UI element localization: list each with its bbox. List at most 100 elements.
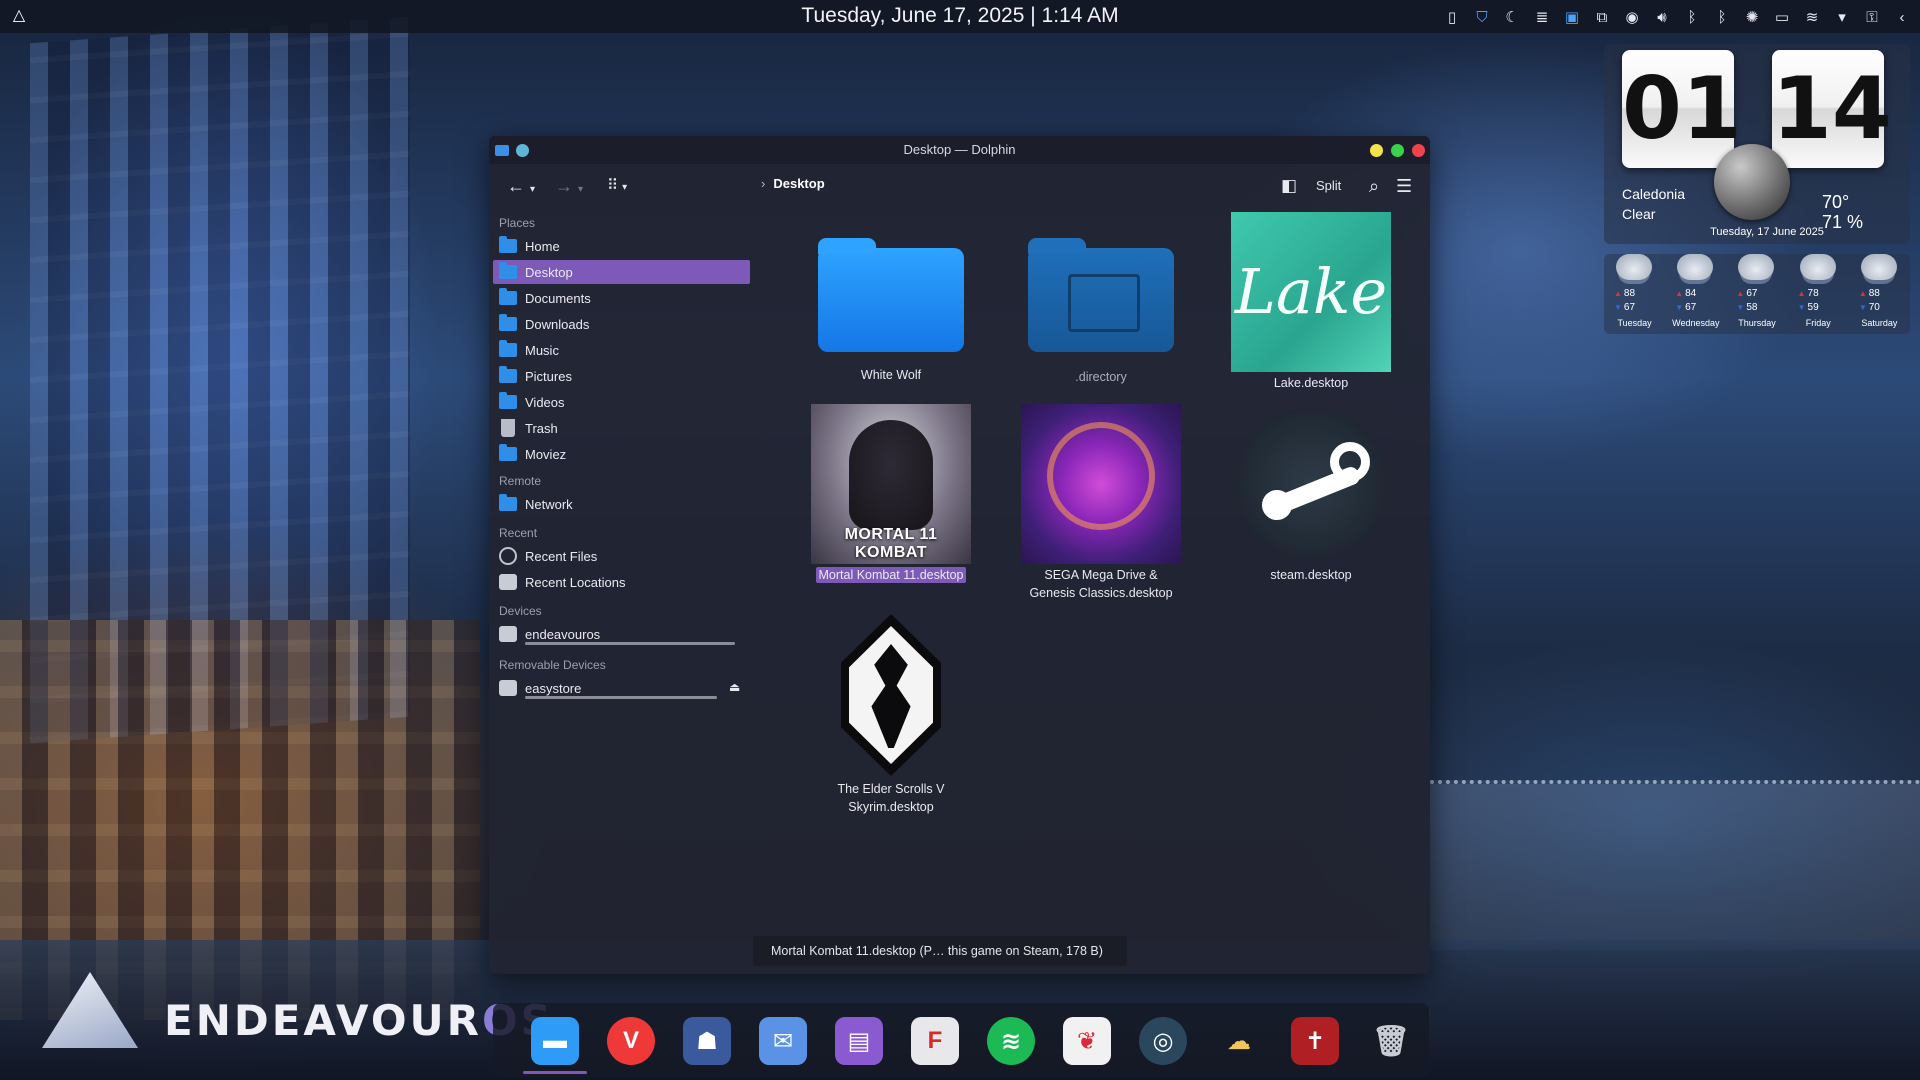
split-button[interactable]: Split — [1316, 178, 1341, 193]
disk-usage-bar — [525, 642, 735, 645]
desktop-folder-icon — [499, 262, 517, 279]
hamburger-menu-icon[interactable]: ☰ — [1396, 174, 1412, 198]
breadcrumb[interactable]: Desktop — [761, 176, 824, 191]
clock-hours: 01 — [1622, 50, 1742, 168]
usb-drive-icon — [499, 680, 517, 696]
wordmark-main: ENDEAVOUR — [164, 996, 482, 1045]
forecast-low: 59 — [1798, 302, 1819, 313]
forecast-high: 84 — [1675, 288, 1696, 299]
view-mode-icon[interactable]: ⠿ ▾ — [607, 174, 627, 198]
sidebar-item-moviez[interactable]: Moviez — [493, 442, 750, 466]
bluetooth-icon[interactable]: ᛒ — [1682, 7, 1702, 27]
battery-icon[interactable]: ▭ — [1772, 7, 1792, 27]
window-icon[interactable]: ▣ — [1562, 7, 1582, 27]
weather-icon[interactable]: ☁ — [1215, 1017, 1263, 1065]
downloads-folder-icon — [499, 314, 517, 331]
maximize-button[interactable] — [1391, 144, 1404, 157]
flipboard-icon[interactable]: F — [911, 1017, 959, 1065]
sidebar-item-network[interactable]: Network — [493, 492, 750, 516]
sidebar-item-home[interactable]: Home — [493, 234, 750, 258]
window-title: Desktop — Dolphin — [903, 142, 1016, 157]
forecast-low: 58 — [1736, 302, 1757, 313]
forward-arrow-icon[interactable]: → ▾ — [555, 174, 583, 198]
pictures-folder-icon — [499, 366, 517, 383]
sidebar-item-recent-files[interactable]: Recent Files — [493, 544, 750, 568]
screen-icon[interactable]: ⧉ — [1592, 7, 1612, 27]
title-bar[interactable]: Desktop — Dolphin — [489, 136, 1430, 164]
brightness-icon[interactable]: ✺ — [1742, 7, 1762, 27]
steam-logo-knob-small — [1262, 490, 1292, 520]
arrow-down-icon[interactable]: ▾ — [1832, 7, 1852, 27]
sega-thumbnail — [1021, 404, 1181, 564]
status-bar: Mortal Kombat 11.desktop (P… this game o… — [753, 936, 1127, 966]
search-icon[interactable]: ⌕ — [1369, 174, 1379, 198]
file-name: White Wolf — [860, 368, 922, 382]
notes-icon[interactable]: ▯ — [1442, 7, 1462, 27]
close-button[interactable] — [1412, 144, 1425, 157]
file-item-selected[interactable]: MORTAL 11 KOMBAT Mortal Kombat 11.deskto… — [811, 404, 971, 594]
shield-icon[interactable]: ⛉ — [1472, 7, 1492, 27]
forecast-low: 67 — [1675, 302, 1696, 313]
eject-icon[interactable]: ⏏ — [729, 680, 740, 694]
back-arrow-icon[interactable]: ← ▾ — [507, 174, 535, 198]
bible-icon[interactable]: ✝ — [1291, 1017, 1339, 1065]
moon-icon — [1714, 144, 1790, 220]
ghost-app-icon[interactable]: ☗ — [683, 1017, 731, 1065]
forecast-low: 70 — [1859, 302, 1880, 313]
steam-logo-knob — [1330, 442, 1370, 482]
disk-usage-bar — [525, 696, 717, 699]
vivaldi-icon[interactable]: V — [607, 1017, 655, 1065]
file-item[interactable]: steam.desktop — [1231, 404, 1391, 594]
forecast-day: 88 67 Tuesday — [1604, 254, 1665, 334]
bluetooth-icon[interactable]: ᛒ — [1712, 7, 1732, 27]
sega-emblem — [1047, 422, 1155, 530]
skyrim-emblem-icon — [811, 614, 971, 778]
volume-icon[interactable]: 🔊︎ — [1652, 7, 1672, 27]
lake-thumbnail: Lake — [1231, 212, 1391, 372]
forecast-day-name: Thursday — [1738, 318, 1776, 328]
clipboard-icon[interactable]: ≣ — [1532, 7, 1552, 27]
file-item[interactable]: Lake Lake.desktop — [1231, 212, 1391, 390]
file-item[interactable]: .directory — [1021, 218, 1181, 388]
documents-folder-icon — [499, 288, 517, 305]
spotify-icon[interactable]: ≋ — [987, 1017, 1035, 1065]
lock-icon[interactable]: ⚿ — [1862, 7, 1882, 27]
steam-icon[interactable]: ◎ — [1139, 1017, 1187, 1065]
flip-clock-widget[interactable]: 01 14 Caledonia Clear 70° 71 % Tuesday, … — [1604, 44, 1910, 244]
trash-icon[interactable]: 🗑︎ — [1367, 1017, 1415, 1065]
chevron-left-icon[interactable]: ‹ — [1892, 7, 1912, 27]
dolphin-icon[interactable]: ▬ — [531, 1017, 579, 1065]
moon-icon[interactable]: ☾ — [1502, 7, 1522, 27]
sidebar-item-label: Pictures — [525, 368, 572, 384]
folder-icon — [499, 444, 517, 461]
media-icon[interactable]: ◉ — [1622, 7, 1642, 27]
section-header-devices: Devices — [499, 604, 542, 618]
system-tray: ▯ ⛉ ☾ ≣ ▣ ⧉ ◉ 🔊︎ ᛒ ᛒ ✺ ▭ ≋ ▾ ⚿ ‹ — [1442, 4, 1912, 30]
file-item[interactable]: SEGA Mega Drive & Genesis Classics.deskt… — [1021, 404, 1181, 604]
sidebar-item-recent-locations[interactable]: Recent Locations — [493, 570, 750, 594]
sidebar-item-pictures[interactable]: Pictures — [493, 364, 750, 388]
temperature-label: 70° — [1822, 192, 1850, 212]
file-name: Mortal Kombat 11.desktop — [815, 567, 967, 583]
forecast-day: 88 70 Saturday — [1849, 254, 1910, 334]
file-item[interactable]: White Wolf — [811, 218, 971, 388]
forecast-low: 67 — [1614, 302, 1635, 313]
rain-cloud-icon — [1738, 254, 1775, 280]
archive-icon[interactable]: ▤ — [835, 1017, 883, 1065]
sidebar-item-documents[interactable]: Documents — [493, 286, 750, 310]
wifi-icon[interactable]: ≋ — [1802, 7, 1822, 27]
sidebar-item-trash[interactable]: Trash — [493, 416, 750, 440]
minimize-button[interactable] — [1370, 144, 1383, 157]
wallpaper-bridge — [1430, 780, 1920, 950]
split-icon[interactable]: ◧ — [1281, 174, 1297, 198]
sidebar-item-videos[interactable]: Videos — [493, 390, 750, 414]
forecast-day: 78 59 Friday — [1788, 254, 1849, 334]
file-item[interactable]: The Elder Scrolls V Skyrim.desktop — [811, 614, 971, 824]
sidebar-item-label: Recent Files — [525, 548, 598, 564]
sidebar-item-desktop[interactable]: Desktop — [493, 260, 750, 284]
sidebar-item-music[interactable]: Music — [493, 338, 750, 362]
strawberry-icon[interactable]: ❦ — [1063, 1017, 1111, 1065]
widget-date: Tuesday, 17 June 2025 — [1710, 226, 1824, 238]
mail-icon[interactable]: ✉ — [759, 1017, 807, 1065]
sidebar-item-downloads[interactable]: Downloads — [493, 312, 750, 336]
